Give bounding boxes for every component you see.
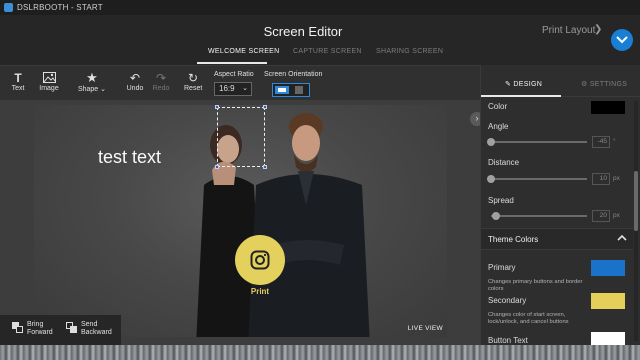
send-backward-icon (66, 322, 77, 333)
reset-icon: ↻ (187, 70, 199, 85)
spread-unit: px (613, 212, 620, 219)
redo-icon: ↷ (155, 70, 167, 85)
screen-tabs: WELCOME SCREEN CAPTURE SCREEN SHARING SC… (0, 45, 640, 65)
undo-button[interactable]: ↶ Undo (126, 70, 144, 93)
spread-label: Spread (488, 196, 514, 205)
live-view-preview[interactable]: test text Print LIVE VIEW (34, 105, 447, 337)
undo-icon: ↶ (129, 70, 141, 85)
image-tool-label: Image (39, 85, 59, 92)
theme-colors-header[interactable]: Theme Colors (481, 228, 633, 250)
angle-label: Angle (488, 122, 509, 131)
angle-value[interactable]: -45 (592, 136, 610, 148)
layer-order-controls: Bring Forward Send Backward (0, 315, 121, 345)
shadow-color-swatch[interactable] (591, 101, 625, 114)
distance-value[interactable]: 10 (592, 173, 610, 185)
print-button[interactable] (235, 235, 285, 285)
resize-handle[interactable] (263, 165, 267, 169)
spread-slider-knob[interactable] (491, 212, 500, 220)
secondary-label: Secondary (488, 296, 527, 305)
instagram-icon (250, 250, 270, 270)
bring-forward-icon (12, 322, 23, 333)
chevron-right-icon[interactable]: ❯ (594, 24, 602, 35)
live-view-label: LIVE VIEW (407, 325, 443, 332)
distance-slider-knob[interactable] (487, 175, 495, 183)
tab-settings[interactable]: ⚙ SETTINGS (581, 80, 627, 88)
portrait-icon[interactable] (295, 86, 303, 94)
angle-slider[interactable] (491, 141, 587, 143)
tab-settings-label: SETTINGS (589, 81, 628, 88)
editor-toolbar: T Text Image ★ Shape ⌄ ↶ Undo ↷ Redo ↻ R… (0, 65, 480, 100)
star-icon: ★ (86, 69, 98, 85)
chevron-up-icon[interactable] (617, 234, 627, 242)
text-tool-button[interactable]: T Text (10, 70, 26, 93)
redo-button[interactable]: ↷ Redo (152, 70, 170, 93)
tab-design-label: DESIGN (513, 81, 543, 88)
aspect-ratio-select[interactable]: 16:9 ⌄ (214, 82, 252, 96)
panel-tabs: ✎ DESIGN ⚙ SETTINGS (481, 65, 640, 97)
text-element[interactable]: test text (98, 147, 161, 168)
shape-tool-label: Shape (77, 86, 99, 93)
landscape-icon[interactable] (275, 86, 289, 94)
send-backward-label-2: Backward (81, 329, 112, 336)
angle-unit: ° (613, 138, 616, 145)
chevron-down-icon: ⌄ (242, 85, 248, 92)
distance-unit: px (613, 175, 620, 182)
background-strip (0, 345, 640, 360)
reset-label: Reset (184, 85, 203, 92)
chevron-down-icon (616, 36, 628, 44)
panel-scrollbar[interactable] (634, 101, 638, 341)
chevron-down-icon: ⌄ (100, 86, 107, 93)
distance-label: Distance (488, 158, 520, 167)
spread-slider[interactable] (491, 215, 587, 217)
bring-forward-label: Bring (27, 321, 44, 328)
canvas-area: test text Print LIVE VIEW (0, 100, 480, 345)
send-backward-label: Send (81, 321, 98, 328)
text-icon: T (14, 70, 22, 85)
button-text-label: Button Text (488, 336, 528, 345)
window-title: DSLRBOOTH - START (17, 3, 103, 12)
screen-orientation-label: Screen Orientation (264, 71, 323, 78)
shape-tool-button[interactable]: ★ Shape ⌄ (77, 69, 107, 94)
image-icon (38, 70, 60, 85)
page-title: Screen Editor (263, 24, 343, 39)
reset-button[interactable]: ↻ Reset (184, 70, 203, 93)
primary-description: Changes primary buttons and border color… (488, 279, 583, 292)
tab-capture-screen[interactable]: CAPTURE SCREEN (293, 48, 362, 55)
screen-orientation-toggle[interactable] (272, 83, 310, 97)
resize-handle[interactable] (263, 105, 267, 109)
tab-design[interactable]: ✎ DESIGN (505, 80, 542, 88)
aspect-ratio-label: Aspect Ratio (214, 71, 254, 78)
secondary-color-swatch[interactable] (591, 293, 625, 309)
active-tab-indicator (481, 95, 561, 97)
button-text-color-swatch[interactable] (591, 332, 625, 345)
properties-panel: ✎ DESIGN ⚙ SETTINGS Color Angle -45 ° Di… (480, 65, 640, 345)
resize-handle[interactable] (215, 165, 219, 169)
bring-forward-label-2: Forward (27, 329, 53, 336)
redo-label: Redo (152, 85, 170, 92)
angle-slider-knob[interactable] (487, 138, 495, 146)
undo-label: Undo (126, 85, 144, 92)
selection-box[interactable] (215, 105, 267, 169)
tab-sharing-screen[interactable]: SHARING SCREEN (376, 48, 443, 55)
primary-color-swatch[interactable] (591, 260, 625, 276)
distance-slider[interactable] (491, 178, 587, 180)
tab-welcome-screen[interactable]: WELCOME SCREEN (208, 48, 280, 55)
title-bar: DSLRBOOTH - START (0, 0, 640, 15)
image-tool-button[interactable]: Image (38, 70, 60, 92)
theme-colors-title: Theme Colors (488, 235, 539, 244)
color-label: Color (488, 102, 508, 111)
app-icon (4, 3, 13, 12)
print-button-label: Print (250, 287, 270, 296)
aspect-ratio-value: 16:9 (219, 84, 235, 93)
resize-handle[interactable] (215, 105, 219, 109)
text-tool-label: Text (11, 85, 25, 92)
primary-label: Primary (488, 263, 516, 272)
print-layout-link[interactable]: Print Layout (542, 25, 595, 36)
scrollbar-thumb[interactable] (634, 171, 638, 231)
spread-value[interactable]: 20 (592, 210, 610, 222)
active-tab-indicator (197, 62, 267, 64)
secondary-description: Changes color of start screen, lock/unlo… (488, 312, 569, 325)
